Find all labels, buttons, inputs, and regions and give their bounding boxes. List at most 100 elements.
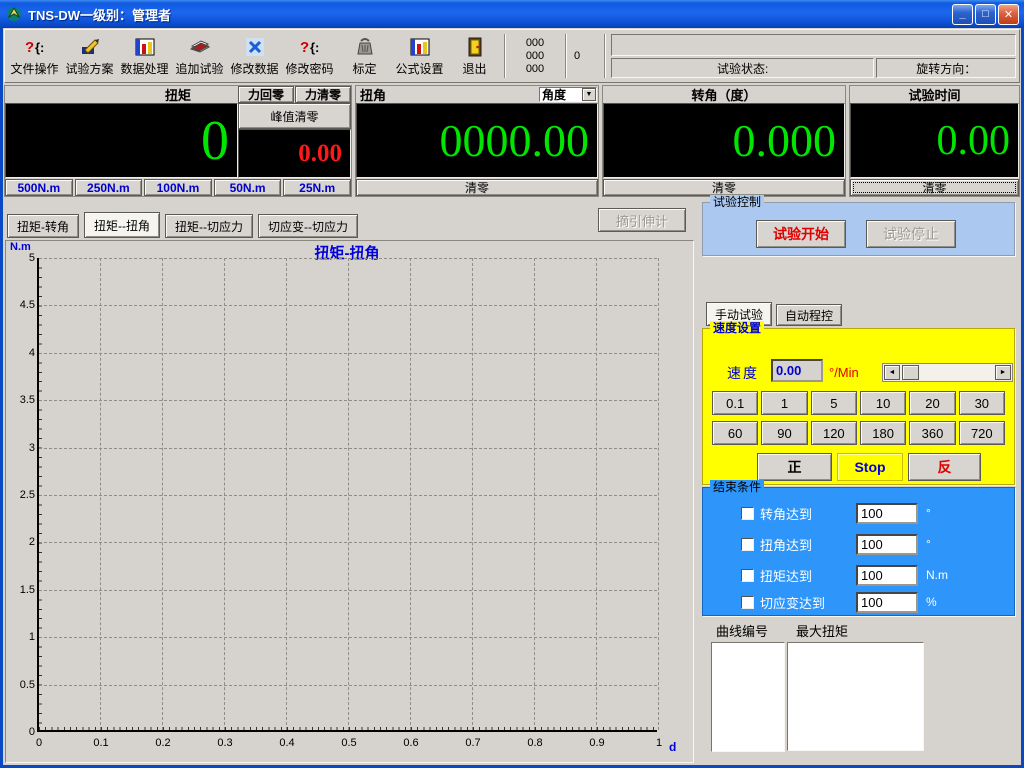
title-bar: TNS-DW一级别：管理者 _ □ ✕ [0,0,1024,28]
x-tick-label: 0.8 [515,737,555,749]
y-tick-label: 4.5 [7,299,35,311]
speed-preset-button[interactable]: 5 [811,391,857,415]
shear-strain-reached-input[interactable] [856,592,918,613]
test-start-button[interactable]: 试验开始 [756,220,846,248]
tab-shear-strain-stress[interactable]: 切应变--切应力 [258,214,358,238]
chart-container: 扭矩-扭角 N.m d 54.543.532.521.510.5000.10.2… [5,240,694,763]
y-tick-label: 0.5 [7,679,35,691]
toolbar-separator [604,34,605,78]
speed-preset-button[interactable]: 360 [909,421,955,445]
end-condition-unit: N.m [926,568,948,582]
curve-number-list[interactable] [711,642,785,752]
window-body: ?{: 文件操作 试验方案 数据处理 追加试验 [3,28,1021,765]
toolbar: ?{: 文件操作 试验方案 数据处理 追加试验 [4,29,1020,83]
scrollbar-right-arrow-icon[interactable]: ► [995,365,1011,380]
speed-preset-row-2: 60 90 120 180 360 720 [712,421,1005,445]
rotation-reached-checkbox[interactable] [741,507,754,520]
speed-preset-button[interactable]: 120 [811,421,857,445]
exit-door-icon [466,35,484,59]
chart-section: 扭矩-转角 扭矩--扭角 扭矩--切应力 切应变--切应力 摘引伸计 扭矩-扭角… [3,198,698,765]
force-clear-zero-button[interactable]: 力清零 [295,86,351,103]
speed-preset-button[interactable]: 10 [860,391,906,415]
toolbar-button-edit-data[interactable]: 修改数据 [227,32,282,80]
end-condition-row: 转角达到 ° [741,502,1008,524]
test-time-panel: 试验时间 0.00 清零 [849,85,1020,197]
maximize-button[interactable]: □ [975,4,996,25]
angle-unit-combobox[interactable]: 角度 ▼ [539,87,597,102]
scrollbar-left-arrow-icon[interactable]: ◄ [884,365,900,380]
status-message-panel [611,34,1016,56]
test-time-clear-button[interactable]: 清零 [850,179,1019,196]
toolbar-button-append-test[interactable]: 追加试验 [172,32,227,80]
speed-preset-button[interactable]: 60 [712,421,758,445]
toolbar-button-calibration[interactable]: 标定 [337,32,392,80]
range-button-50[interactable]: 50N.m [214,179,282,196]
toolbar-button-test-plan[interactable]: 试验方案 [62,32,117,80]
reverse-button[interactable]: 反 [908,453,981,481]
test-control-group: 试验控制 试验开始 试验停止 [702,202,1015,256]
speed-input[interactable] [771,359,823,382]
scrollbar-thumb[interactable] [902,365,919,380]
y-tick-label: 1 [7,631,35,643]
range-button-250[interactable]: 250N.m [75,179,143,196]
tab-torque-twist[interactable]: 扭矩--扭角 [84,212,160,238]
test-plan-pen-icon [79,35,101,59]
rotation-reached-input[interactable] [856,503,918,524]
close-button[interactable]: ✕ [998,4,1019,25]
test-time-value-display: 0.00 [850,103,1019,178]
curve-number-label: 曲线编号 [716,621,768,640]
range-button-100[interactable]: 100N.m [144,179,212,196]
app-icon [5,5,23,23]
toolbar-button-file-operations[interactable]: ?{: 文件操作 [7,32,62,80]
rotation-angle-clear-button[interactable]: 清零 [603,179,845,196]
speed-preset-button[interactable]: 20 [909,391,955,415]
speed-scrollbar[interactable]: ◄ ► [882,363,1013,382]
minimize-button[interactable]: _ [952,4,973,25]
twist-angle-clear-button[interactable]: 清零 [356,179,598,196]
range-button-500[interactable]: 500N.m [5,179,73,196]
window-title: TNS-DW一级别：管理者 [28,5,952,24]
toolbar-button-label: 试验方案 [65,60,113,77]
max-torque-list[interactable] [787,642,924,751]
chevron-down-icon[interactable]: ▼ [582,88,596,101]
y-axis-minor-ticks [39,258,42,730]
speed-preset-button[interactable]: 180 [860,421,906,445]
toolbar-button-label: 标定 [352,60,376,77]
end-condition-row: 扭角达到 ° [741,533,1008,555]
counter-line: 000 [526,50,544,63]
speed-preset-button[interactable]: 1 [761,391,807,415]
scrollbar-track[interactable] [919,365,995,380]
curve-tab-bar: 扭矩-转角 扭矩--扭角 扭矩--切应力 切应变--切应力 [7,212,358,238]
gridline-vertical [596,258,597,730]
toolbar-button-formula-settings[interactable]: 公式设置 [392,32,447,80]
shear-strain-reached-checkbox[interactable] [741,596,754,609]
gridline-vertical [162,258,163,730]
forward-button[interactable]: 正 [757,453,832,481]
speed-preset-button[interactable]: 0.1 [712,391,758,415]
torque-reached-checkbox[interactable] [741,569,754,582]
toolbar-button-change-password[interactable]: ?{: 修改密码 [282,32,337,80]
range-button-25[interactable]: 25N.m [283,179,351,196]
gridline-vertical [658,258,659,730]
speed-preset-button[interactable]: 720 [959,421,1005,445]
rotation-direction-label: 旋转方向： [876,58,1016,78]
stop-motion-button[interactable]: Stop [837,453,903,481]
plot-area: d 54.543.532.521.510.5000.10.20.30.40.50… [37,258,657,732]
toolbar-separator [565,34,566,78]
toolbar-button-exit[interactable]: 退出 [447,32,502,80]
tab-torque-shear-stress[interactable]: 扭矩--切应力 [165,214,253,238]
speed-preset-button[interactable]: 30 [959,391,1005,415]
torque-reached-input[interactable] [856,565,918,586]
peak-clear-button[interactable]: 峰值清零 [238,103,351,129]
twist-reached-checkbox[interactable] [741,538,754,551]
force-return-zero-button[interactable]: 力回零 [238,86,294,103]
twist-reached-input[interactable] [856,534,918,555]
twist-angle-header: 扭角 角度 ▼ [356,86,598,103]
remove-extensometer-button[interactable]: 摘引伸计 [598,208,686,232]
tab-torque-rotation[interactable]: 扭矩-转角 [7,214,79,238]
append-test-books-icon [188,35,212,59]
toolbar-button-data-processing[interactable]: 数据处理 [117,32,172,80]
gridline-vertical [286,258,287,730]
tab-auto-program[interactable]: 自动程控 [776,304,842,326]
speed-preset-button[interactable]: 90 [761,421,807,445]
